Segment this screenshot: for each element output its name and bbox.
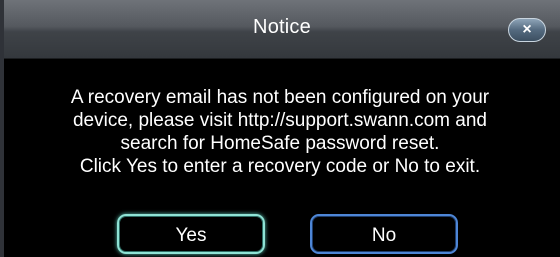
dialog-titlebar: Notice ×	[4, 0, 560, 59]
no-button[interactable]: No	[310, 214, 458, 254]
message-line: A recovery email has not been configured…	[70, 87, 490, 108]
message-line: device, please visit http://support.swan…	[72, 110, 487, 131]
dialog-message: A recovery email has not been configured…	[10, 86, 550, 178]
yes-button[interactable]: Yes	[117, 214, 265, 254]
close-button[interactable]: ×	[508, 18, 546, 42]
dialog-title: Notice	[253, 16, 311, 38]
message-line: search for HomeSafe password reset.	[120, 133, 440, 154]
close-icon: ×	[522, 21, 532, 38]
message-line: Click Yes to enter a recovery code or No…	[79, 156, 481, 177]
notice-dialog: Notice × A recovery email has not been c…	[0, 0, 560, 257]
